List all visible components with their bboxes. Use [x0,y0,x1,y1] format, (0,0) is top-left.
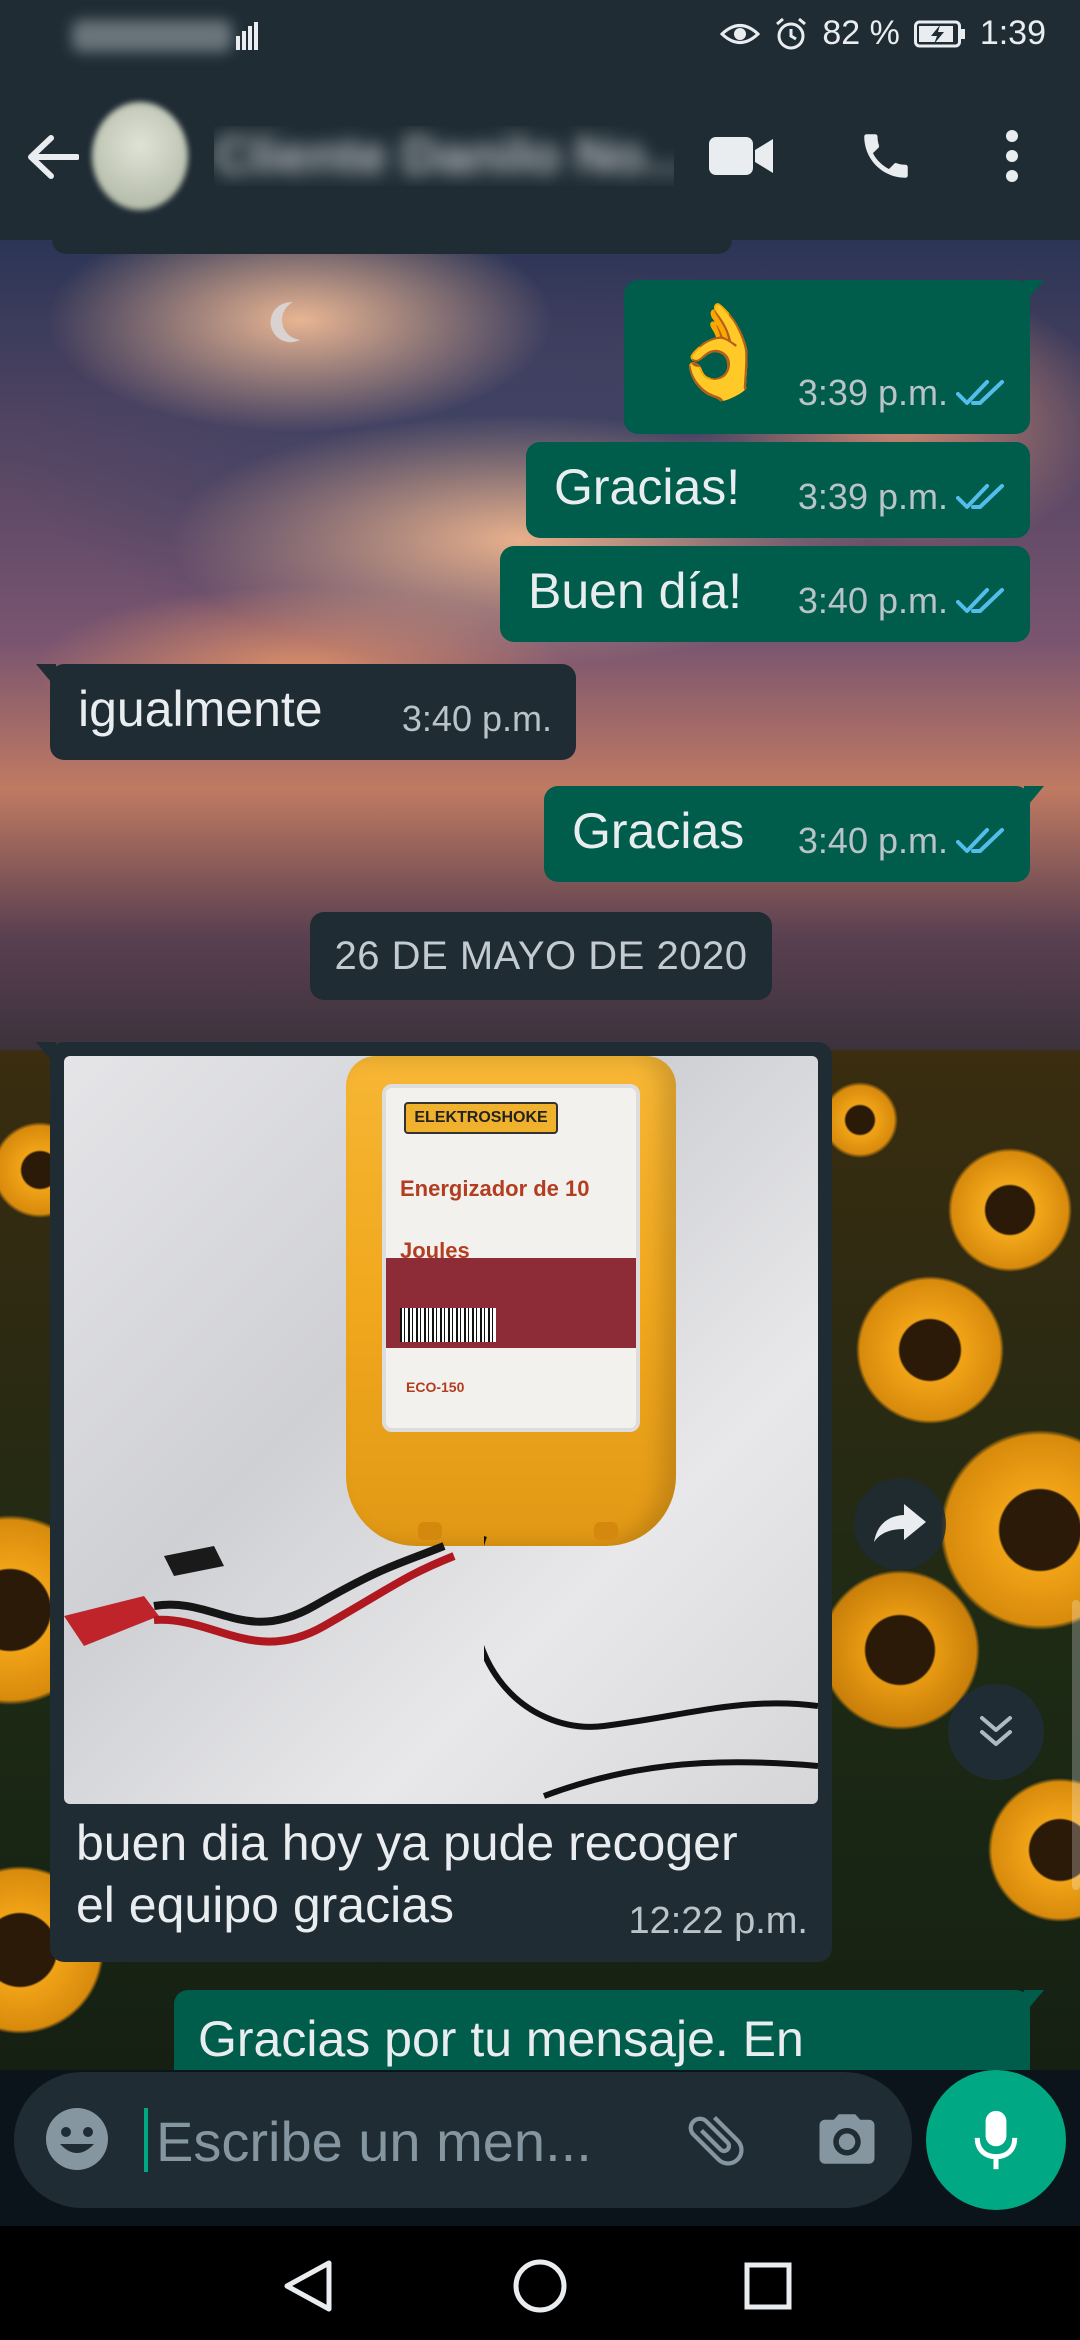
message-time: 3:39 p.m. [798,362,1006,424]
text-cursor [144,2108,148,2172]
message-text: Gracias [572,803,745,859]
message-text: 👌 [662,301,777,403]
black-cable [484,1536,818,1799]
wallpaper-moon [276,294,327,345]
forward-button[interactable] [854,1478,946,1570]
eye-comfort-icon [720,23,761,44]
message-bubble-incoming[interactable]: igualmente 3:40 p.m. [36,664,576,760]
paperclip-icon [688,2115,744,2166]
battery-percent: 82 % [822,14,900,52]
double-check-read-icon [956,380,1004,405]
message-bubble-outgoing[interactable]: Gracias 3:40 p.m. [544,786,1044,882]
message-bubble-outgoing[interactable]: 👌 3:39 p.m. [624,280,1044,434]
video-camera-icon [709,137,773,175]
video-call-button[interactable] [702,116,782,196]
date-separator: 26 DE MAYO DE 2020 [310,912,772,1000]
chat-header: Cliente Danilo No... [0,72,1080,240]
attach-button[interactable] [682,2106,750,2179]
camera-icon [819,2114,875,2164]
image-message-bubble[interactable]: ELEKTROSHOKE Energizador de 10 Joules EC… [36,1042,832,1962]
camera-button[interactable] [814,2106,880,2177]
battery-charging-icon [913,20,965,47]
system-navigation-bar [0,2226,1080,2340]
message-bubble-outgoing[interactable]: Buen día! 3:40 p.m. [500,546,1030,642]
message-input[interactable] [154,2102,678,2180]
message-text: Gracias por tu mensaje. En [198,2011,804,2067]
message-time: 3:40 p.m. [401,698,552,739]
product-model: ECO-150 [406,1379,465,1395]
more-options-button[interactable] [972,116,1052,196]
more-vertical-icon [1006,130,1018,182]
product-brand: ELEKTROSHOKE [404,1102,558,1134]
circle-home-icon [513,2259,567,2313]
message-bubble-outgoing[interactable]: Gracias por tu mensaje. En [174,1990,1044,2070]
contact-avatar[interactable] [92,102,188,210]
phone-icon [864,134,908,178]
message-text: Buen día! [528,563,743,619]
forward-arrow-icon [874,1504,926,1542]
message-time: 3:39 p.m. [798,466,1006,528]
double-chevron-down-icon [980,1716,1012,1746]
nav-home-button[interactable] [508,2254,572,2318]
double-check-read-icon [956,828,1004,853]
voice-message-button[interactable] [926,2070,1066,2210]
message-composer [14,2072,912,2208]
chat-area[interactable]: 👌 3:39 p.m. Gracias! 3:39 p.m. Buen día!… [0,240,1080,2070]
carrier-name-redacted [72,20,232,52]
nav-recents-button[interactable] [736,2254,800,2318]
microphone-icon [974,2110,1018,2170]
message-time: 3:40 p.m. [798,570,1006,632]
message-bubble-outgoing[interactable]: Gracias! 3:39 p.m. [526,442,1030,538]
status-bar: 82 % 1:39 [0,0,1080,72]
message-bubble-cut[interactable] [52,240,732,254]
contact-name[interactable]: Cliente Danilo No... [214,126,674,186]
clock-time: 1:39 [979,14,1046,52]
message-text: igualmente [78,681,323,737]
back-button[interactable] [18,122,88,192]
emoji-button[interactable] [44,2106,110,2177]
double-check-read-icon [956,484,1004,509]
alligator-clips-cable [64,1542,456,1646]
product-label: ELEKTROSHOKE Energizador de 10 Joules EC… [382,1084,640,1432]
alarm-icon [776,17,807,49]
message-time: 3:40 p.m. [798,810,1006,872]
voice-call-button[interactable] [846,116,926,196]
smiley-icon [46,2108,108,2170]
signal-icon [236,22,258,50]
energizer-device: ELEKTROSHOKE Energizador de 10 Joules EC… [346,1056,676,1546]
barcode-icon [400,1308,496,1342]
message-text: Gracias! [554,459,741,515]
arrow-left-icon [28,135,79,179]
nav-back-button[interactable] [276,2254,340,2318]
square-recents-icon [744,2262,792,2310]
scroll-to-bottom-button[interactable] [948,1684,1044,1780]
product-photo[interactable]: ELEKTROSHOKE Energizador de 10 Joules EC… [64,1056,818,1804]
scrollbar[interactable] [1072,1600,1080,1890]
message-time: 12:22 p.m. [628,1900,808,1942]
triangle-back-icon [284,2260,332,2312]
double-check-read-icon [956,588,1004,613]
